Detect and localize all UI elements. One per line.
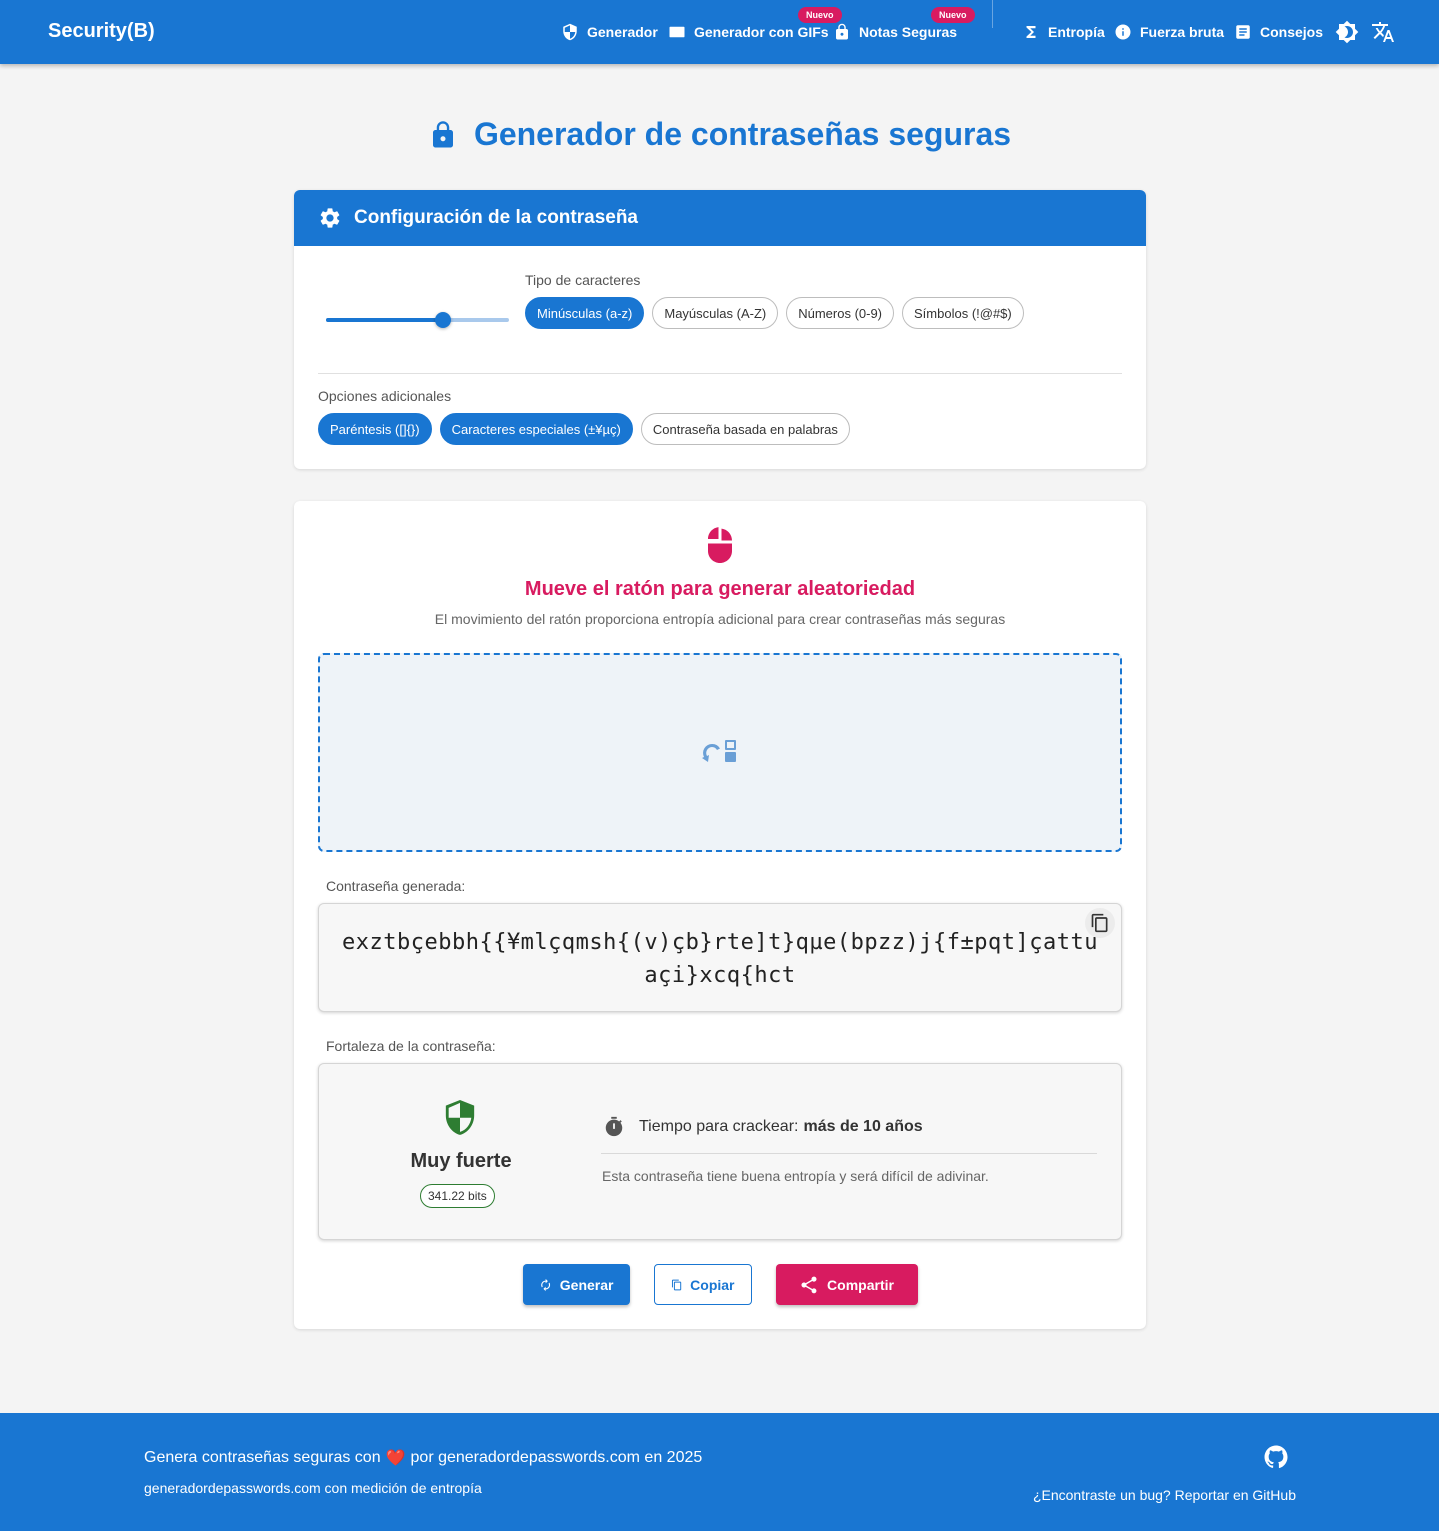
crack-time-prefix: Tiempo para crackear: [639,1118,799,1135]
nav-generador-gifs[interactable]: Generador con GIFs Nuevo [668,0,842,64]
copy-button[interactable]: Copiar [653,1264,752,1305]
nav-label: Fuerza bruta [1140,24,1225,40]
footer-tagline: generadordepasswords.com con medición de… [144,1480,482,1496]
footer-credit: Genera contraseñas seguras con ❤️ por ge… [144,1448,702,1468]
refresh-icon [540,1278,550,1291]
brightness-icon [1335,20,1359,44]
footer-credit-prefix: Genera contraseñas seguras con [144,1449,381,1466]
settings-gear-icon [320,208,340,228]
strength-panel: Muy fuerte 341.22 bits Tiempo para crack… [318,1063,1122,1240]
extra-options-label: Opciones adicionales [318,388,452,404]
gif-icon [669,26,685,38]
entropy-subtitle: El movimiento del ratón proporciona entr… [434,611,1006,627]
password-label: Contraseña generada: [326,878,466,894]
slider-track-fill [326,318,444,322]
strength-label: Fortaleza de la contraseña: [326,1038,496,1054]
generate-label: Generar [559,1276,614,1293]
entropy-bits-badge: 341.22 bits [420,1184,495,1208]
nav-label: Notas Seguras [859,24,958,40]
nav-notas-seguras[interactable]: Notas Seguras Nuevo [833,0,975,64]
extra-options-chips: Paréntesis ([]{}) Caracteres especiales … [318,413,850,445]
char-types-label: Tipo de caracteres [525,272,641,288]
translate-icon [1372,22,1394,42]
github-icon[interactable] [1264,1445,1288,1469]
chip-symbols[interactable]: Símbolos (!@#$) [902,297,1024,329]
nav-label: Generador [587,24,658,40]
nav-fuerza-bruta[interactable]: Fuerza bruta [1114,0,1224,64]
mouse-icon [702,525,738,565]
nav-label: Generador con GIFs [694,24,829,40]
length-slider[interactable] [326,312,509,328]
nav-generador[interactable]: Generador [561,0,658,64]
crack-time: Tiempo para crackear: más de 10 años [603,1116,923,1138]
app-bar: Security(B) Generador Generador con GIFs… [0,0,1439,64]
generated-password[interactable]: exztbçebbh{{¥mlçqmsh{(v)çb}rte]t}qµe(bpz… [339,926,1101,992]
nav-consejos[interactable]: Consejos [1234,0,1323,64]
config-header: Configuración de la contraseña [294,190,1146,246]
divider [601,1153,1097,1154]
copy-label: Copiar [690,1276,735,1293]
timer-icon [605,1116,623,1137]
heart-icon: ❤️ [385,1450,406,1467]
chip-special-chars[interactable]: Caracteres especiales (±¥µç) [439,413,633,445]
nav-entropia[interactable]: Entropía [1022,0,1105,64]
sigma-icon [1026,26,1036,38]
divider [318,373,1122,374]
article-icon [1236,25,1250,39]
brand-title[interactable]: Security(B) [48,20,155,43]
mouse-move-icon [702,740,736,762]
language-button[interactable] [1371,20,1395,44]
nav-label: Entropía [1048,24,1105,40]
slider-thumb[interactable] [435,312,452,328]
share-icon [801,1276,817,1293]
shield-check-icon [443,1098,477,1136]
report-bug-link[interactable]: ¿Encontraste un bug? Reportar en GitHub [1033,1487,1296,1503]
chip-numbers[interactable]: Números (0-9) [786,297,895,329]
share-label: Compartir [827,1276,894,1293]
copy-icon-button[interactable] [1085,908,1115,938]
chip-uppercase[interactable]: Mayúsculas (A-Z) [652,297,779,329]
generator-card: Mueve el ratón para generar aleatoriedad… [294,501,1146,1329]
chip-word-based[interactable]: Contraseña basada en palabras [640,413,850,445]
entropy-title: Mueve el ratón para generar aleatoriedad [524,578,916,600]
share-button[interactable]: Compartir [775,1264,918,1305]
footer: Genera contraseñas seguras con ❤️ por ge… [0,1413,1439,1531]
strength-level: Muy fuerte [410,1150,512,1172]
page-title-text: Generador de contraseñas seguras [473,116,1012,152]
page-title: Generador de contraseñas seguras [0,116,1439,153]
new-badge: Nuevo [931,7,975,23]
crack-time-value: más de 10 años [803,1118,923,1135]
mouse-entropy-area[interactable] [318,653,1122,852]
footer-credit-suffix[interactable]: por generadordepasswords.com en 2025 [411,1449,703,1467]
char-types-chips: Minúsculas (a-z) Mayúsculas (A-Z) Número… [525,297,1024,329]
action-buttons: Generar Copiar Compartir [294,1264,1146,1305]
password-display: exztbçebbh{{¥mlçqmsh{(v)çb}rte]t}qµe(bpz… [318,903,1122,1012]
shield-icon [563,23,577,41]
chip-parentheses[interactable]: Paréntesis ([]{}) [318,413,432,445]
lock-icon [432,120,453,147]
theme-toggle-button[interactable] [1335,20,1359,44]
generate-button[interactable]: Generar [522,1264,630,1305]
lock-icon [836,23,848,40]
config-title: Configuración de la contraseña [354,207,638,228]
strength-description: Esta contraseña tiene buena entropía y s… [602,1168,989,1184]
nav-label: Consejos [1260,24,1324,40]
copy-icon [1091,913,1108,933]
config-card: Configuración de la contraseña Tipo de c… [294,190,1146,469]
chip-lowercase[interactable]: Minúsculas (a-z) [525,297,645,329]
copy-icon [671,1279,681,1290]
nav-divider [992,0,993,28]
info-icon [1115,24,1131,40]
